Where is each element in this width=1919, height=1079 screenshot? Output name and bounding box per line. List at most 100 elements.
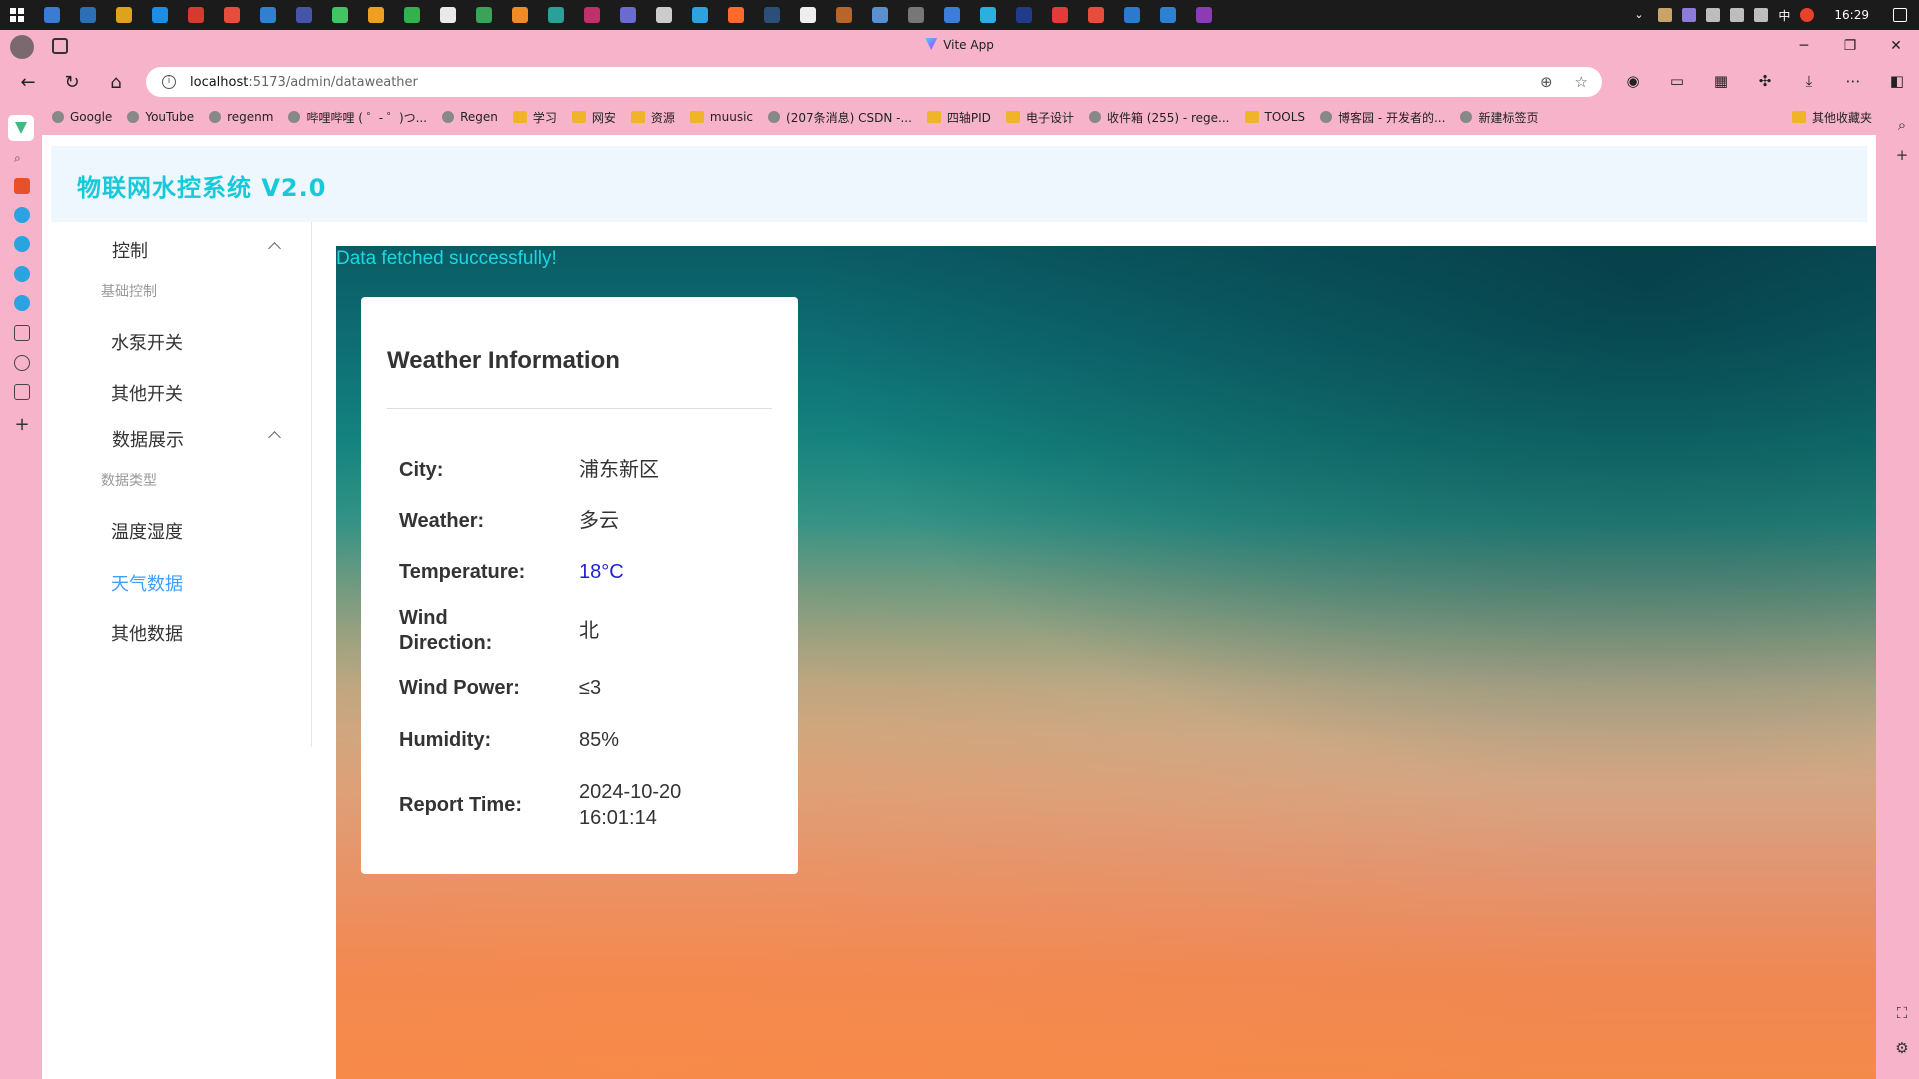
taskbar-qt-icon[interactable]: [322, 0, 358, 30]
site-info-icon[interactable]: i: [162, 75, 176, 89]
bookmark-item[interactable]: regenm: [209, 110, 273, 124]
extensions-icon[interactable]: ✣: [1752, 68, 1778, 94]
bookmark-item[interactable]: (207条消息) CSDN -...: [768, 109, 912, 126]
csdn-icon[interactable]: [14, 178, 30, 194]
network-icon[interactable]: [1706, 8, 1721, 22]
telegram-icon[interactable]: [14, 207, 30, 223]
taskbar-ico8-icon[interactable]: [862, 0, 898, 30]
menu-item-weather-data[interactable]: 天气数据: [42, 555, 312, 611]
submenu-control[interactable]: 控制: [42, 222, 312, 278]
close-icon[interactable]: ✕: [1873, 30, 1919, 62]
restore-icon[interactable]: ❐: [1827, 30, 1873, 62]
split-screen-icon[interactable]: ▭: [1664, 68, 1690, 94]
menu-item-other-data[interactable]: 其他数据: [42, 605, 312, 661]
bookmark-item[interactable]: 新建标签页: [1460, 109, 1538, 126]
bookmark-item[interactable]: TOOLS: [1244, 110, 1305, 124]
vue-devtools-icon[interactable]: [8, 115, 34, 141]
telegram-icon[interactable]: [14, 236, 30, 252]
sidebar-toggle-icon[interactable]: ◧: [1884, 68, 1910, 94]
screenshot-icon[interactable]: ⛶: [1894, 1005, 1910, 1021]
menu-item-pump-switch[interactable]: 水泵开关: [42, 314, 312, 370]
taskbar-ico1-icon[interactable]: [502, 0, 538, 30]
taskbar-vscode-icon[interactable]: [250, 0, 286, 30]
search-icon[interactable]: ⌕: [1894, 117, 1910, 133]
bookmark-item[interactable]: 博客园 - 开发者的...: [1320, 109, 1445, 126]
taskbar-excel-icon[interactable]: [466, 0, 502, 30]
start-button[interactable]: [0, 0, 34, 30]
notification-icon[interactable]: [1893, 8, 1907, 22]
home-icon[interactable]: ⌂: [102, 68, 130, 96]
ime-indicator[interactable]: 中: [1778, 7, 1790, 24]
bookmark-item[interactable]: Google: [52, 110, 112, 124]
address-bar[interactable]: i localhost:5173/admin/dataweather ⊕ ☆: [146, 67, 1602, 97]
taskbar-winrar-icon[interactable]: [1186, 0, 1222, 30]
download-icon[interactable]: ⤓: [1796, 68, 1822, 94]
bookmark-item[interactable]: 网安: [571, 109, 616, 126]
add-icon[interactable]: +: [14, 416, 30, 434]
add-icon[interactable]: +: [1894, 147, 1910, 163]
minimize-icon[interactable]: ─: [1781, 30, 1827, 62]
taskbar-jetbrains-icon[interactable]: [286, 0, 322, 30]
menu-item-temp-humidity[interactable]: 温度湿度: [42, 503, 312, 559]
submenu-data-display[interactable]: 数据展示: [42, 411, 312, 467]
taskbar-xmind2-icon[interactable]: [1078, 0, 1114, 30]
taskbar-ico10-icon[interactable]: [970, 0, 1006, 30]
tray-app-icon[interactable]: [1658, 8, 1673, 22]
taskbar-vscode2-icon[interactable]: [1150, 0, 1186, 30]
pen-icon[interactable]: [1682, 8, 1697, 22]
taskbar-steam-icon[interactable]: [754, 0, 790, 30]
telegram-icon[interactable]: [14, 266, 30, 282]
bookmark-item[interactable]: 哔哩哔哩 ( ゜- ゜)つ...: [288, 109, 427, 126]
openai-icon[interactable]: [14, 355, 30, 371]
taskbar-ico9-icon[interactable]: [898, 0, 934, 30]
bookmark-item[interactable]: muusic: [689, 110, 753, 124]
taskbar-files-icon[interactable]: [106, 0, 142, 30]
bookmark-item[interactable]: 四轴PID: [926, 109, 991, 126]
back-icon[interactable]: ←: [14, 68, 42, 96]
chevron-up-icon[interactable]: ⌄: [1634, 8, 1648, 22]
more-icon[interactable]: ⋯: [1840, 68, 1866, 94]
taskbar-frame-icon[interactable]: [358, 0, 394, 30]
telegram-icon[interactable]: [14, 295, 30, 311]
windows-logo-icon: [10, 8, 24, 22]
taskbar-ico12-icon[interactable]: [1114, 0, 1150, 30]
taskbar-netease-icon[interactable]: [1042, 0, 1078, 30]
taskbar-ico6-icon[interactable]: [682, 0, 718, 30]
bookmark-item[interactable]: 电子设计: [1005, 109, 1074, 126]
bookmark-item[interactable]: 收件箱 (255) - rege...: [1088, 109, 1230, 126]
taskbar-ico5-icon[interactable]: [646, 0, 682, 30]
taskbar-wechat-icon[interactable]: [394, 0, 430, 30]
taskbar-wps-icon[interactable]: [178, 0, 214, 30]
taskbar-clock[interactable]: 16:29: [1834, 8, 1869, 22]
taskbar-xmind-icon[interactable]: [214, 0, 250, 30]
taskbar-edge-icon[interactable]: [142, 0, 178, 30]
refresh-icon[interactable]: ↻: [58, 68, 86, 96]
qr-icon[interactable]: ▦: [1708, 68, 1734, 94]
taskbar-ico3-icon[interactable]: [574, 0, 610, 30]
favorite-star-icon[interactable]: ☆: [1575, 73, 1588, 91]
taskbar-ico4-icon[interactable]: [610, 0, 646, 30]
bookmark-item[interactable]: 资源: [630, 109, 675, 126]
volume-icon[interactable]: [1730, 8, 1745, 22]
taskbar-mx-icon[interactable]: [934, 0, 970, 30]
extension-icon[interactable]: ◉: [1620, 68, 1646, 94]
taskbar-desktop-icon[interactable]: [70, 0, 106, 30]
settings-gear-icon[interactable]: ⚙: [1894, 1040, 1910, 1056]
taskbar-ico2-icon[interactable]: [538, 0, 574, 30]
taskbar-ico7-icon[interactable]: [826, 0, 862, 30]
taskbar-flash-icon[interactable]: [718, 0, 754, 30]
sogou-icon[interactable]: [1800, 8, 1815, 22]
document-icon[interactable]: [14, 325, 30, 341]
calendar-icon[interactable]: [14, 384, 30, 400]
bookmark-item[interactable]: 学习: [512, 109, 557, 126]
other-bookmarks[interactable]: 其他收藏夹: [1791, 102, 1872, 132]
search-icon[interactable]: ⌕: [14, 151, 30, 167]
taskbar-ico11-icon[interactable]: [1006, 0, 1042, 30]
bookmark-item[interactable]: Regen: [442, 110, 498, 124]
bookmark-item[interactable]: YouTube: [127, 110, 194, 124]
taskbar-doc-icon[interactable]: [430, 0, 466, 30]
battery-icon[interactable]: [1754, 8, 1769, 22]
taskbar-typora-icon[interactable]: [790, 0, 826, 30]
zoom-icon[interactable]: ⊕: [1540, 73, 1553, 91]
taskbar-search-icon[interactable]: [34, 0, 70, 30]
